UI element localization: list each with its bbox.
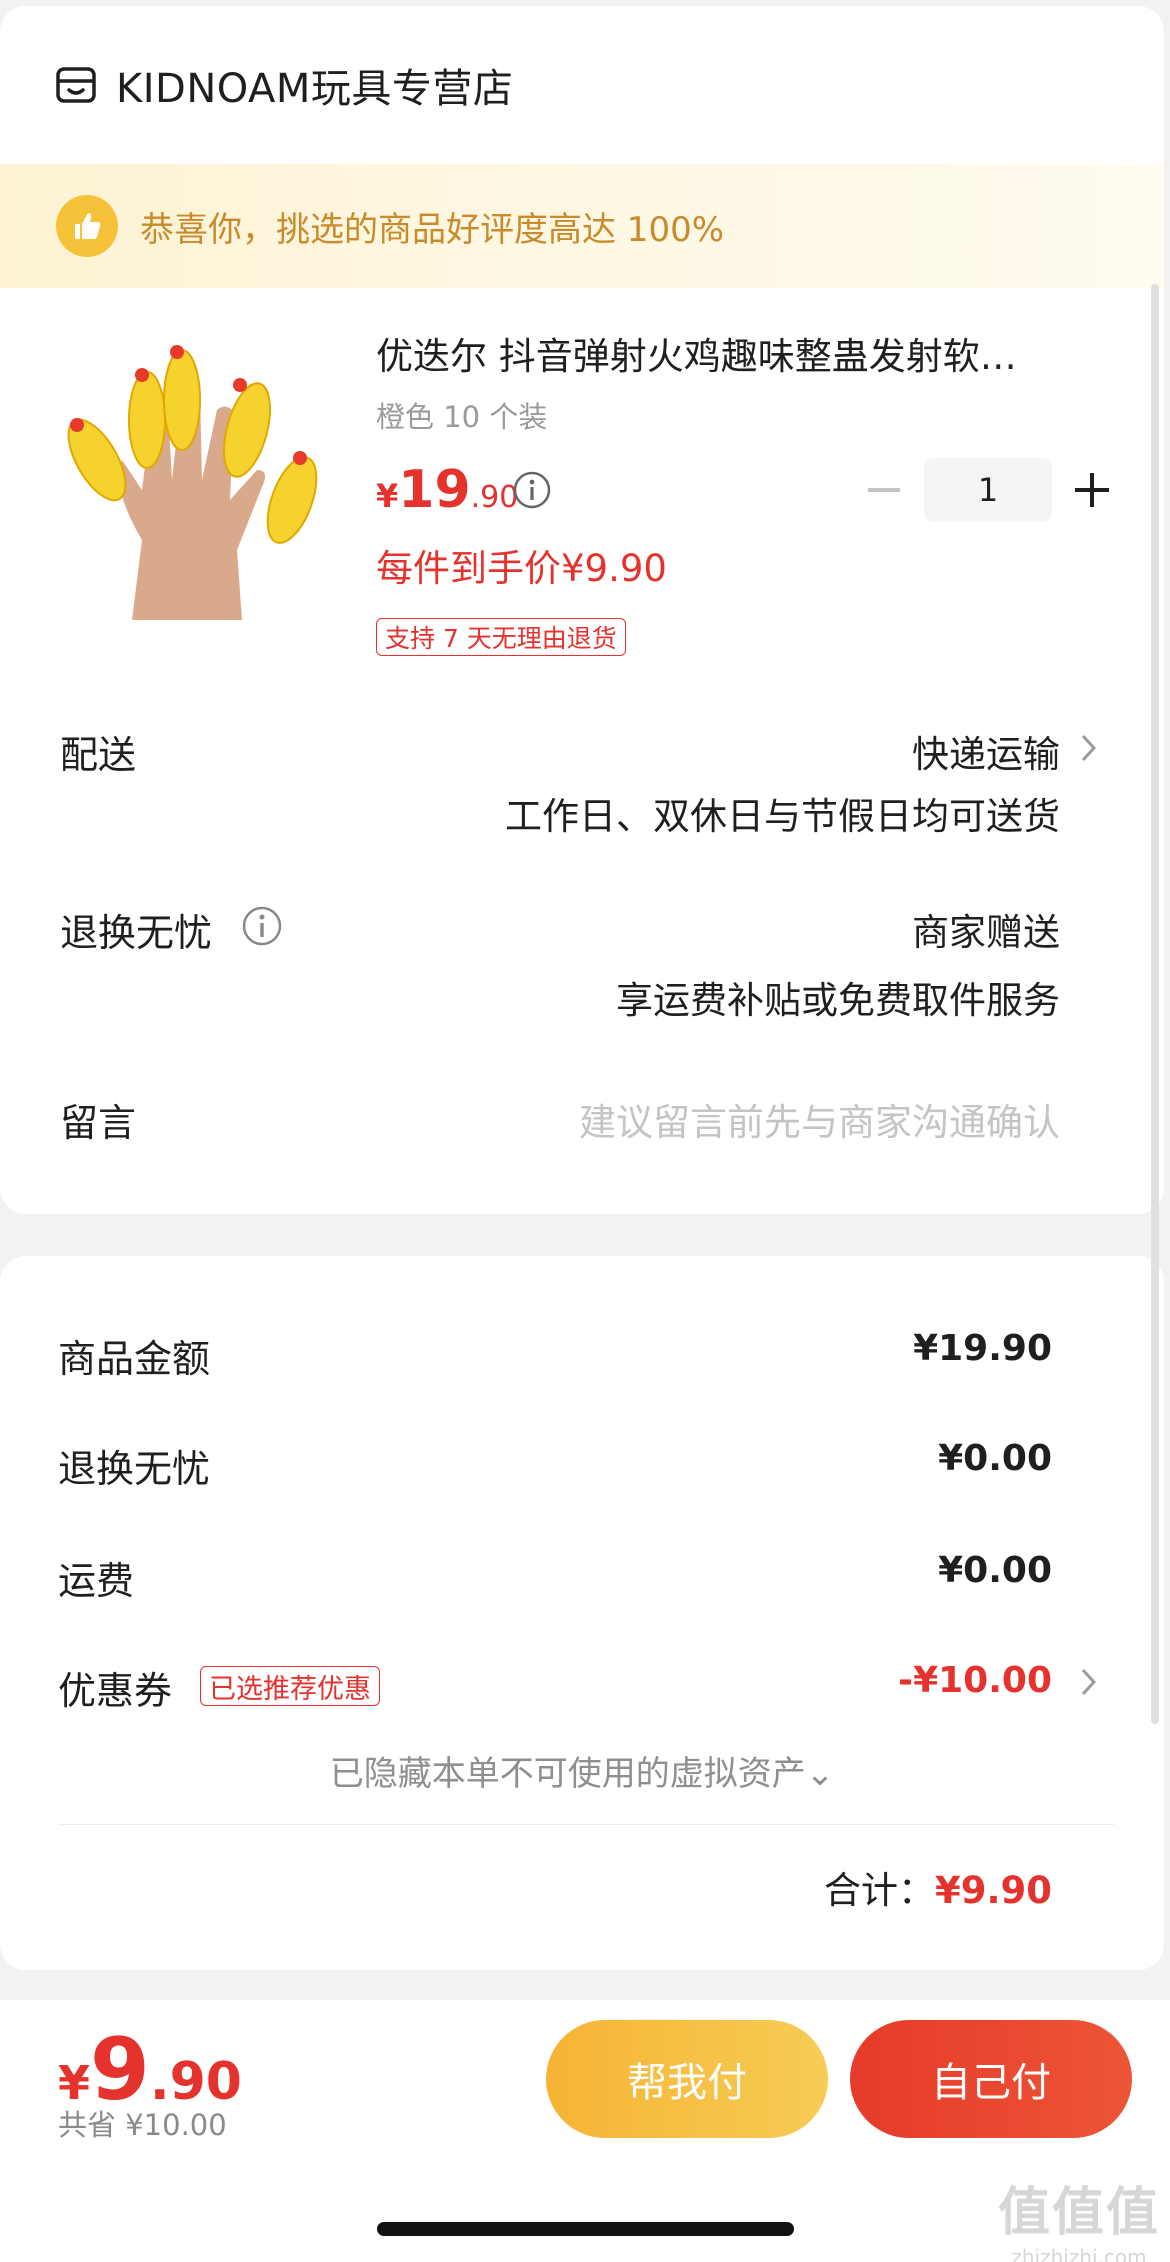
total-value: ¥9.90 <box>934 1869 1052 1912</box>
divider <box>58 1824 1114 1825</box>
price-integer: 19 <box>398 460 471 520</box>
coupon-label: 优惠券 <box>58 1669 173 1713</box>
worry-free-label: 退换无忧 <box>60 911 213 955</box>
unit-price: 每件到手价¥9.90 <box>376 547 667 590</box>
saved-amount: 共省 ¥10.00 <box>58 2108 227 2142</box>
store-header[interactable]: KIDNOAM玩具专营店 <box>0 6 1164 164</box>
total-row: 合计：¥9.90 <box>824 1860 1052 1914</box>
chevron-right-icon <box>1081 734 1097 762</box>
rating-banner-text: 恭喜你，挑选的商品好评度高达 100% <box>140 209 725 250</box>
worry-free-fee-value: ¥0.00 <box>938 1438 1052 1479</box>
message-input[interactable]: 建议留言前先与商家沟通确认 <box>579 1092 1060 1146</box>
store-name: KIDNOAM玩具专营店 <box>116 66 514 112</box>
total-label: 合计： <box>823 1869 935 1912</box>
order-card: KIDNOAM玩具专营店 恭喜你，挑选的商品好评度高达 100% 优迭尔 抖音弹… <box>0 6 1164 1214</box>
delivery-label: 配送 <box>60 733 137 777</box>
shipping-fee-label: 运费 <box>58 1559 135 1603</box>
help-me-pay-button[interactable]: 帮我付 <box>546 2020 828 2138</box>
goods-amount-value: ¥19.90 <box>913 1328 1052 1369</box>
delivery-sub: 工作日、双休日与节假日均可送货 <box>505 795 1060 838</box>
goods-amount-label: 商品金额 <box>58 1337 211 1381</box>
delivery-value: 快递运输 <box>912 733 1060 776</box>
chevron-right-icon <box>1081 1668 1097 1696</box>
payment-bar: ¥ 9 .90 共省 ¥10.00 帮我付 自己付 值值值 zhizhizhi.… <box>0 2000 1170 2262</box>
worry-free-info-icon[interactable] <box>240 904 284 948</box>
coupon-tag: 已选推荐优惠 <box>200 1666 380 1706</box>
watermark-url: zhizhizhi.com <box>1011 2245 1147 2262</box>
worry-free-fee-label: 退换无忧 <box>58 1447 211 1491</box>
product-price: ¥ 19 .90 <box>376 460 518 520</box>
price-info-icon[interactable] <box>512 470 552 510</box>
quantity-increase-button[interactable] <box>1072 470 1112 510</box>
scrollbar[interactable] <box>1151 284 1159 1724</box>
message-label: 留言 <box>60 1101 137 1145</box>
return-policy-tag: 支持 7 天无理由退货 <box>376 618 626 656</box>
price-currency: ¥ <box>376 477 399 515</box>
thumbs-up-icon <box>56 195 118 257</box>
product-spec[interactable]: 橙色 10 个装 <box>376 394 547 436</box>
home-indicator[interactable] <box>377 2222 794 2236</box>
coupon-value: -¥10.00 <box>898 1660 1052 1701</box>
hidden-assets-toggle[interactable]: 已隐藏本单不可使用的虚拟资产⌄ <box>0 1746 1164 1795</box>
pay-myself-button[interactable]: 自己付 <box>850 2020 1132 2138</box>
quantity-input[interactable]: 1 <box>924 458 1052 522</box>
product-image[interactable] <box>52 330 334 620</box>
product-title[interactable]: 优迭尔 抖音弹射火鸡趣味整蛊发射软… <box>376 326 1096 380</box>
watermark-logo: 值值值 <box>997 2183 1160 2243</box>
price-summary-card: 商品金额 ¥19.90 退换无忧 ¥0.00 运费 ¥0.00 优惠券 已选推荐… <box>0 1256 1164 1970</box>
watermark: 值值值 zhizhizhi.com <box>998 2170 1160 2262</box>
worry-free-value: 商家赠送 <box>912 911 1060 954</box>
store-icon <box>56 67 96 103</box>
shipping-fee-value: ¥0.00 <box>938 1550 1052 1591</box>
quantity-decrease-button[interactable] <box>866 472 902 508</box>
rating-banner: 恭喜你，挑选的商品好评度高达 100% <box>0 164 1164 288</box>
worry-free-sub: 享运费补贴或免费取件服务 <box>616 979 1060 1022</box>
